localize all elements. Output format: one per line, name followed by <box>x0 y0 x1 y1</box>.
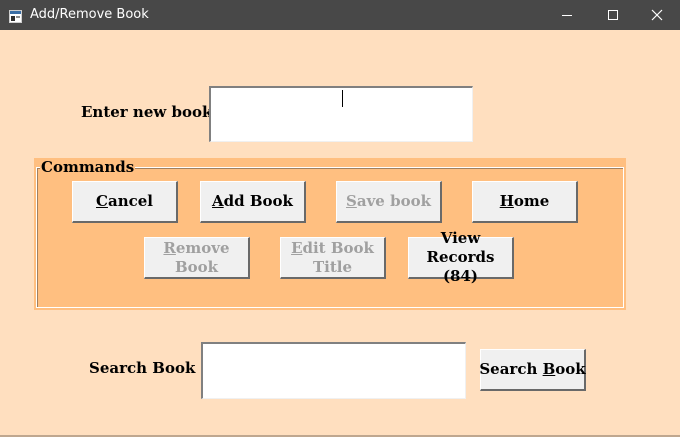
cancel-accesskey: C <box>96 192 108 210</box>
new-book-input[interactable] <box>209 86 473 142</box>
home-label-post: ome <box>513 192 550 210</box>
view-records-button[interactable]: View Records (84) <box>408 229 514 285</box>
text-caret <box>342 90 343 107</box>
home-button[interactable]: Home <box>472 181 578 223</box>
add-book-button[interactable]: Add Book <box>200 181 306 223</box>
close-icon <box>651 9 663 21</box>
title-bar: Add/Remove Book <box>0 0 680 30</box>
search-book-button[interactable]: Search Book <box>479 349 586 391</box>
search-book-input[interactable] <box>201 342 466 399</box>
remove-book-button[interactable]: Remove Book <box>144 237 250 279</box>
cancel-label-post: ancel <box>107 192 153 210</box>
record-count: (84) <box>442 267 479 285</box>
search-accesskey: B <box>542 360 556 378</box>
add-book-label-post: dd Book <box>223 192 293 210</box>
edit-accesskey: E <box>291 238 303 257</box>
save-book-button[interactable]: Save book <box>336 181 442 223</box>
remove-book-accesskey: R <box>163 238 176 257</box>
save-book-accesskey: S <box>346 192 357 210</box>
search-label-post: ook <box>555 360 586 378</box>
remove-book-label-post: emove Book <box>174 238 230 276</box>
home-accesskey: H <box>499 192 514 210</box>
edit-book-title-button[interactable]: Edit Book Title <box>280 237 386 279</box>
view-records-label: View Records <box>426 229 495 266</box>
minimize-icon <box>562 15 572 16</box>
add-book-accesskey: A <box>212 192 224 210</box>
new-book-label: Enter new book <box>81 103 213 121</box>
edit-label-post: dit Book <box>302 238 374 257</box>
maximize-icon <box>608 10 618 20</box>
cancel-button[interactable]: Cancel <box>72 181 178 223</box>
app-window-icon <box>9 8 22 23</box>
save-book-label-post: ave book <box>356 192 431 210</box>
search-label-pre: Search <box>479 360 543 378</box>
minimize-button[interactable] <box>544 0 590 30</box>
close-button[interactable] <box>634 0 680 30</box>
maximize-button[interactable] <box>590 0 636 30</box>
edit-label-line2: Title <box>312 257 352 276</box>
commands-group-label: Commands <box>40 158 136 176</box>
search-book-label: Search Book <box>89 359 196 377</box>
window-title: Add/Remove Book <box>30 7 149 22</box>
